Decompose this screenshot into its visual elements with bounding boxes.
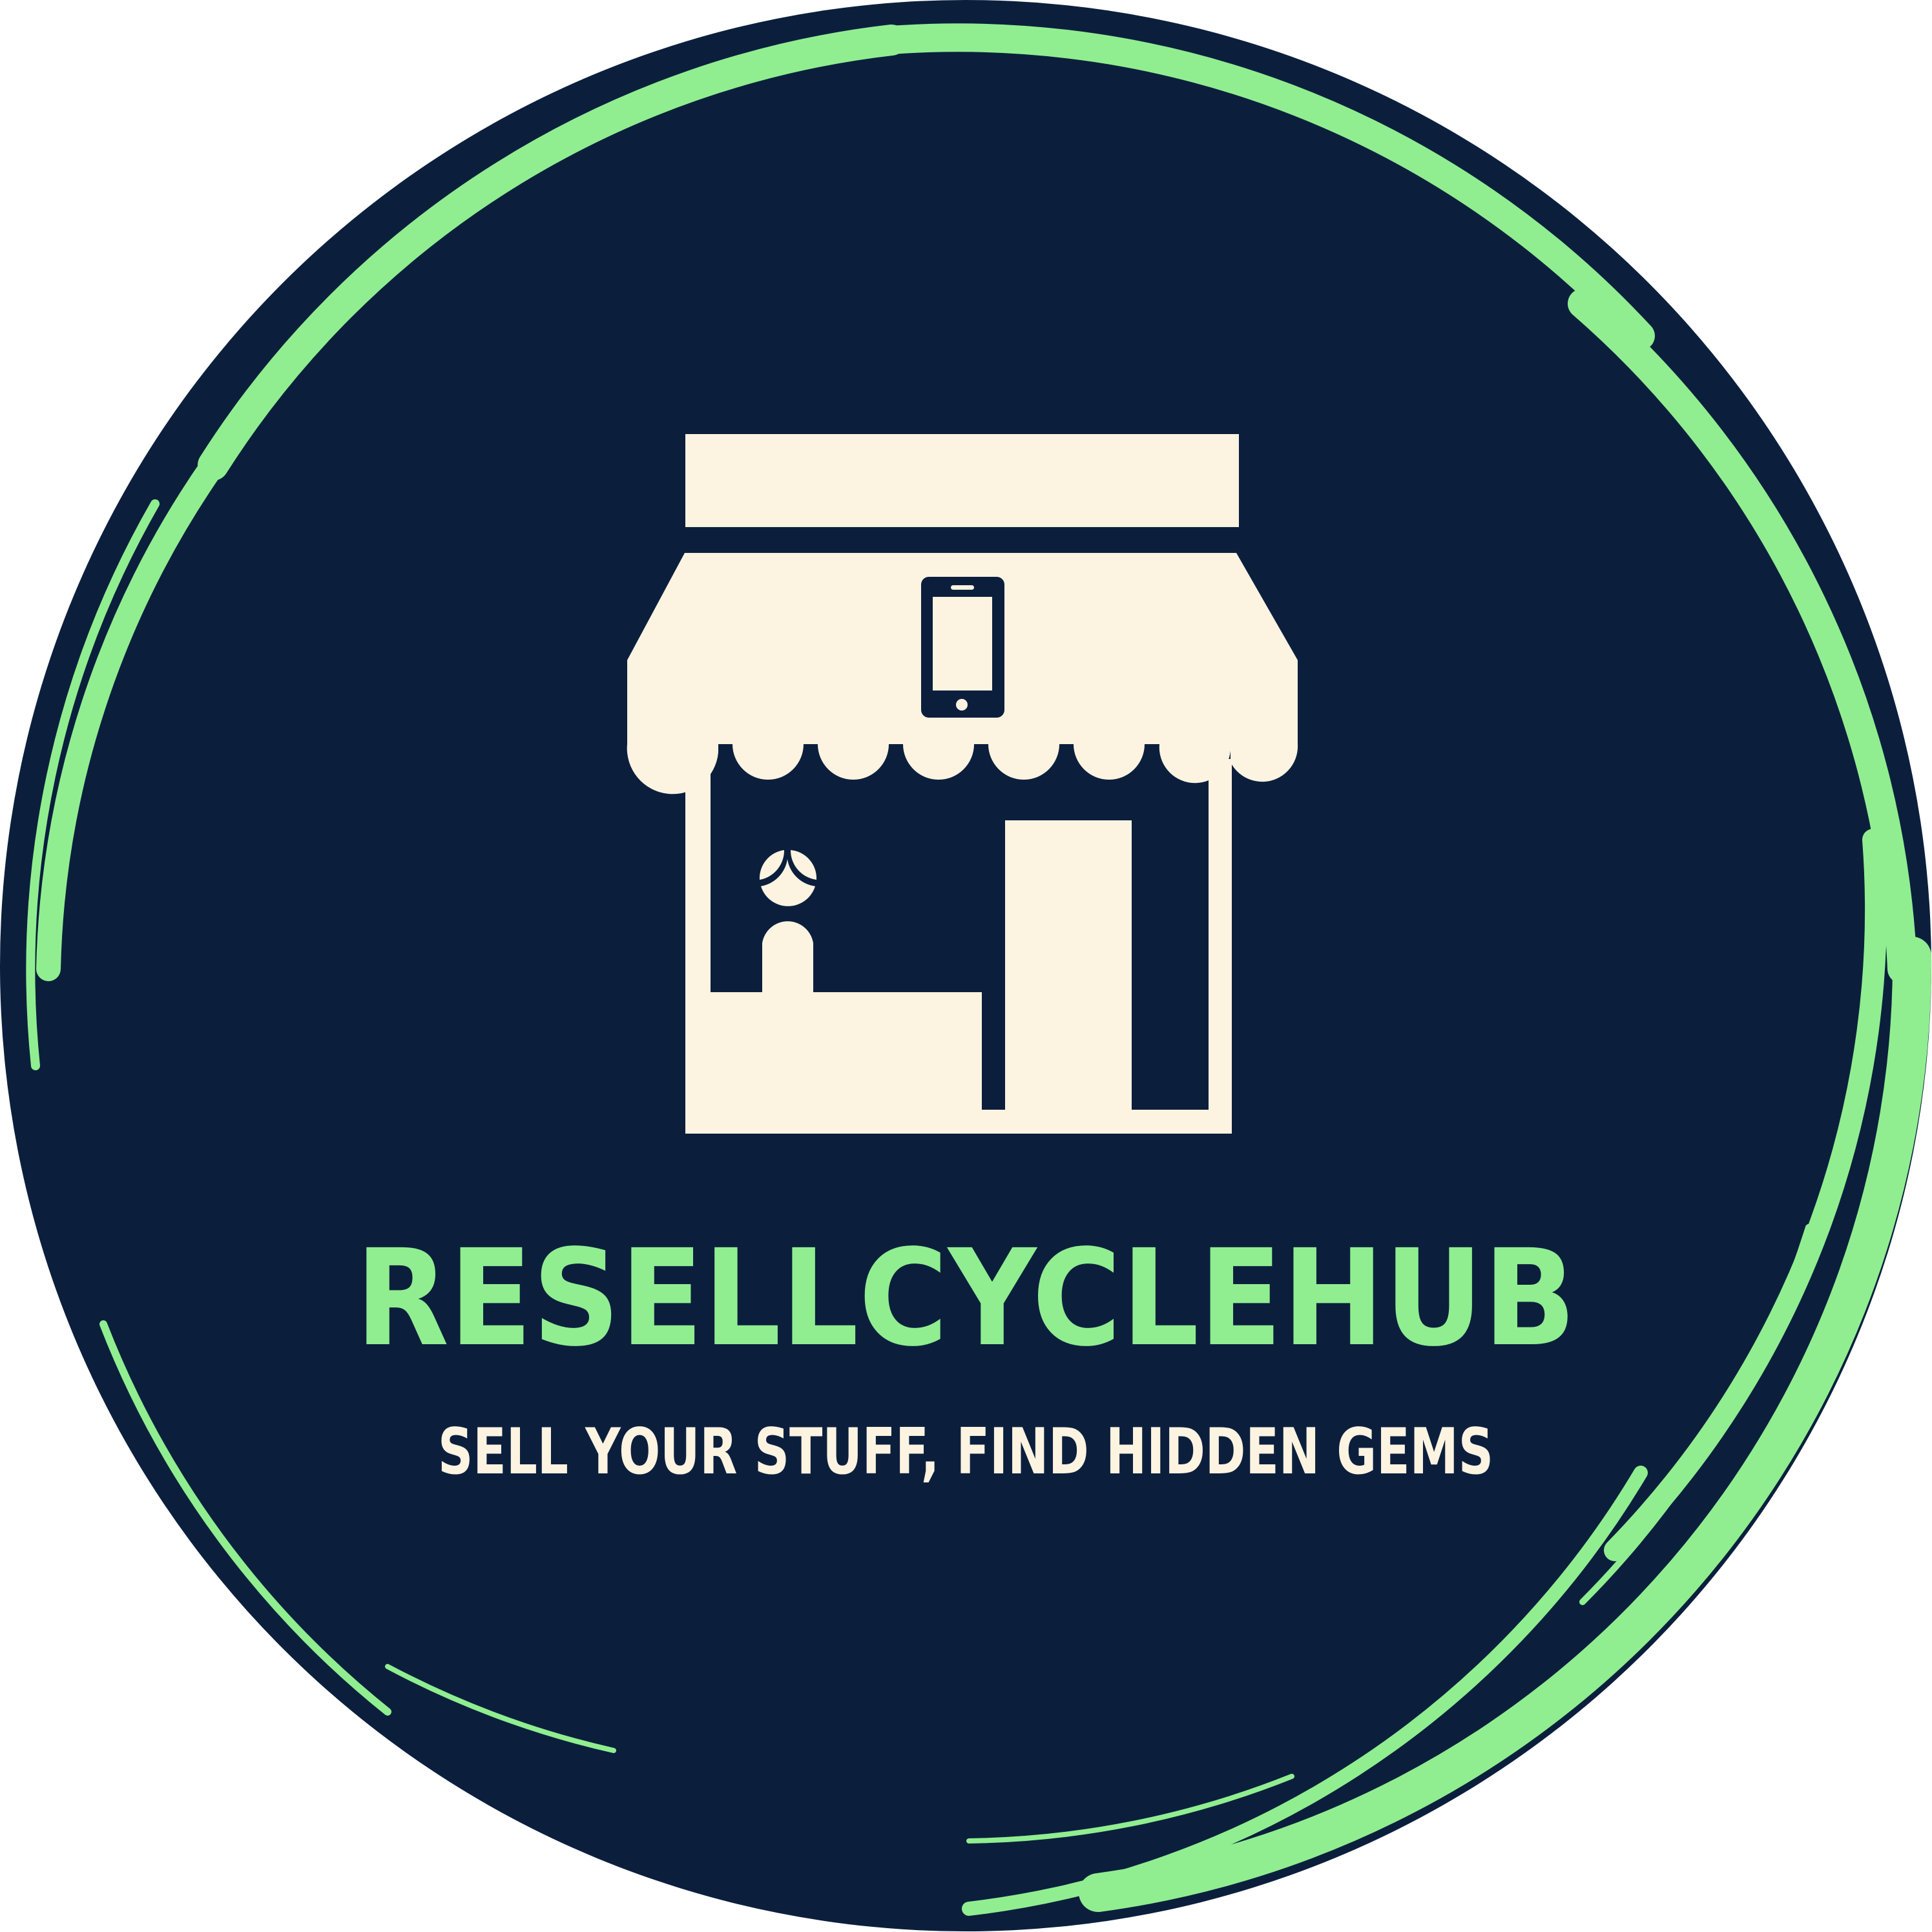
smartphone-icon	[921, 577, 1004, 718]
logo-canvas: RESELLCYCLEHUB SELL YOUR STUFF, FIND HID…	[0, 0, 1932, 1931]
door-knob	[1077, 980, 1114, 1016]
logo-badge: RESELLCYCLEHUB SELL YOUR STUFF, FIND HID…	[0, 0, 1932, 1932]
brand-name: RESELLCYCLEHUB	[355, 1221, 1576, 1376]
shop-sign-board	[685, 434, 1239, 527]
brand-tagline: SELL YOUR STUFF, FIND HIDDEN GEMS	[438, 1415, 1493, 1489]
